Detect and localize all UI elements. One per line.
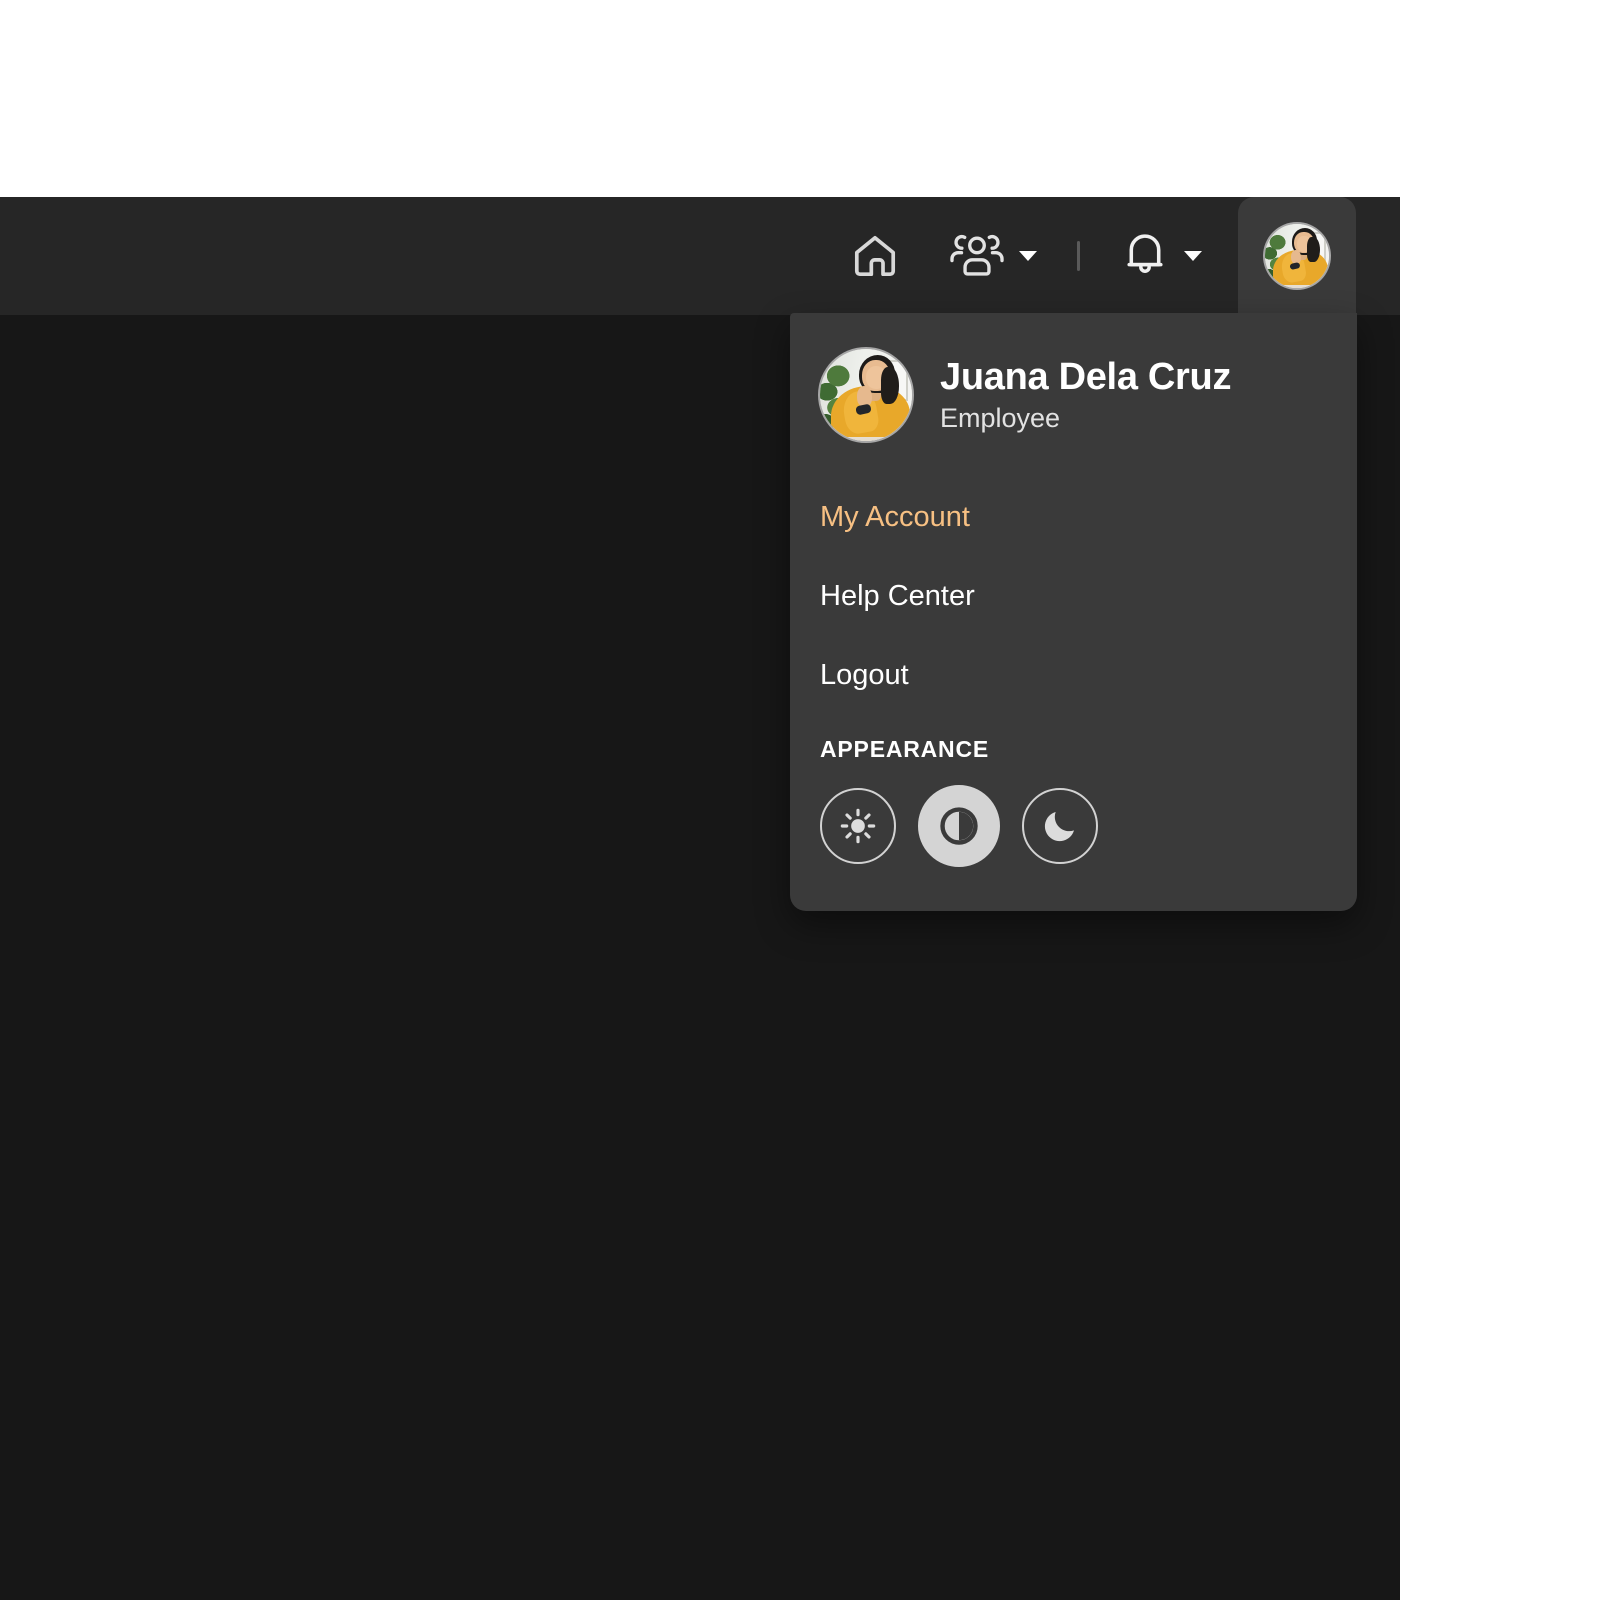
dropdown-menu-list: My Account Help Center Logout — [790, 467, 1357, 704]
theme-option-dark[interactable] — [1022, 788, 1098, 864]
user-role: Employee — [940, 403, 1061, 434]
theme-option-light[interactable] — [820, 788, 896, 864]
appearance-section: APPEARANCE — [790, 726, 1357, 867]
contrast-half-circle-icon — [936, 803, 982, 849]
profile-dropdown-menu: Juana Dela Cruz Employee My Account Help… — [790, 313, 1357, 911]
bell-icon — [1120, 227, 1170, 286]
top-navigation-bar — [0, 197, 1400, 315]
people-group-icon — [949, 229, 1005, 284]
moon-icon — [1040, 806, 1080, 846]
theme-option-system[interactable] — [918, 785, 1000, 867]
notifications-menu-button[interactable] — [1098, 197, 1224, 315]
user-name: Juana Dela Cruz — [940, 355, 1232, 398]
menu-item-my-account[interactable]: My Account — [790, 489, 1357, 546]
home-button[interactable] — [823, 197, 927, 315]
user-identity-block: Juana Dela Cruz Employee — [940, 356, 1231, 434]
theme-option-group — [820, 785, 1357, 867]
profile-avatar-button[interactable] — [1238, 197, 1356, 315]
menu-item-help-center[interactable]: Help Center — [790, 568, 1357, 625]
app-shell: Juana Dela Cruz Employee My Account Help… — [0, 197, 1400, 1600]
dropdown-user-header: Juana Dela Cruz Employee — [790, 313, 1357, 467]
avatar — [1265, 224, 1329, 288]
appearance-label: APPEARANCE — [820, 736, 990, 762]
avatar — [820, 349, 912, 441]
sun-icon — [838, 806, 878, 846]
chevron-down-icon-people — [1019, 251, 1037, 261]
home-icon — [849, 230, 901, 282]
navbar-right-actions — [823, 197, 1400, 315]
menu-item-logout[interactable]: Logout — [790, 647, 1357, 704]
chevron-down-icon-notifications — [1184, 251, 1202, 261]
people-menu-button[interactable] — [927, 197, 1059, 315]
navbar-divider — [1077, 241, 1080, 271]
